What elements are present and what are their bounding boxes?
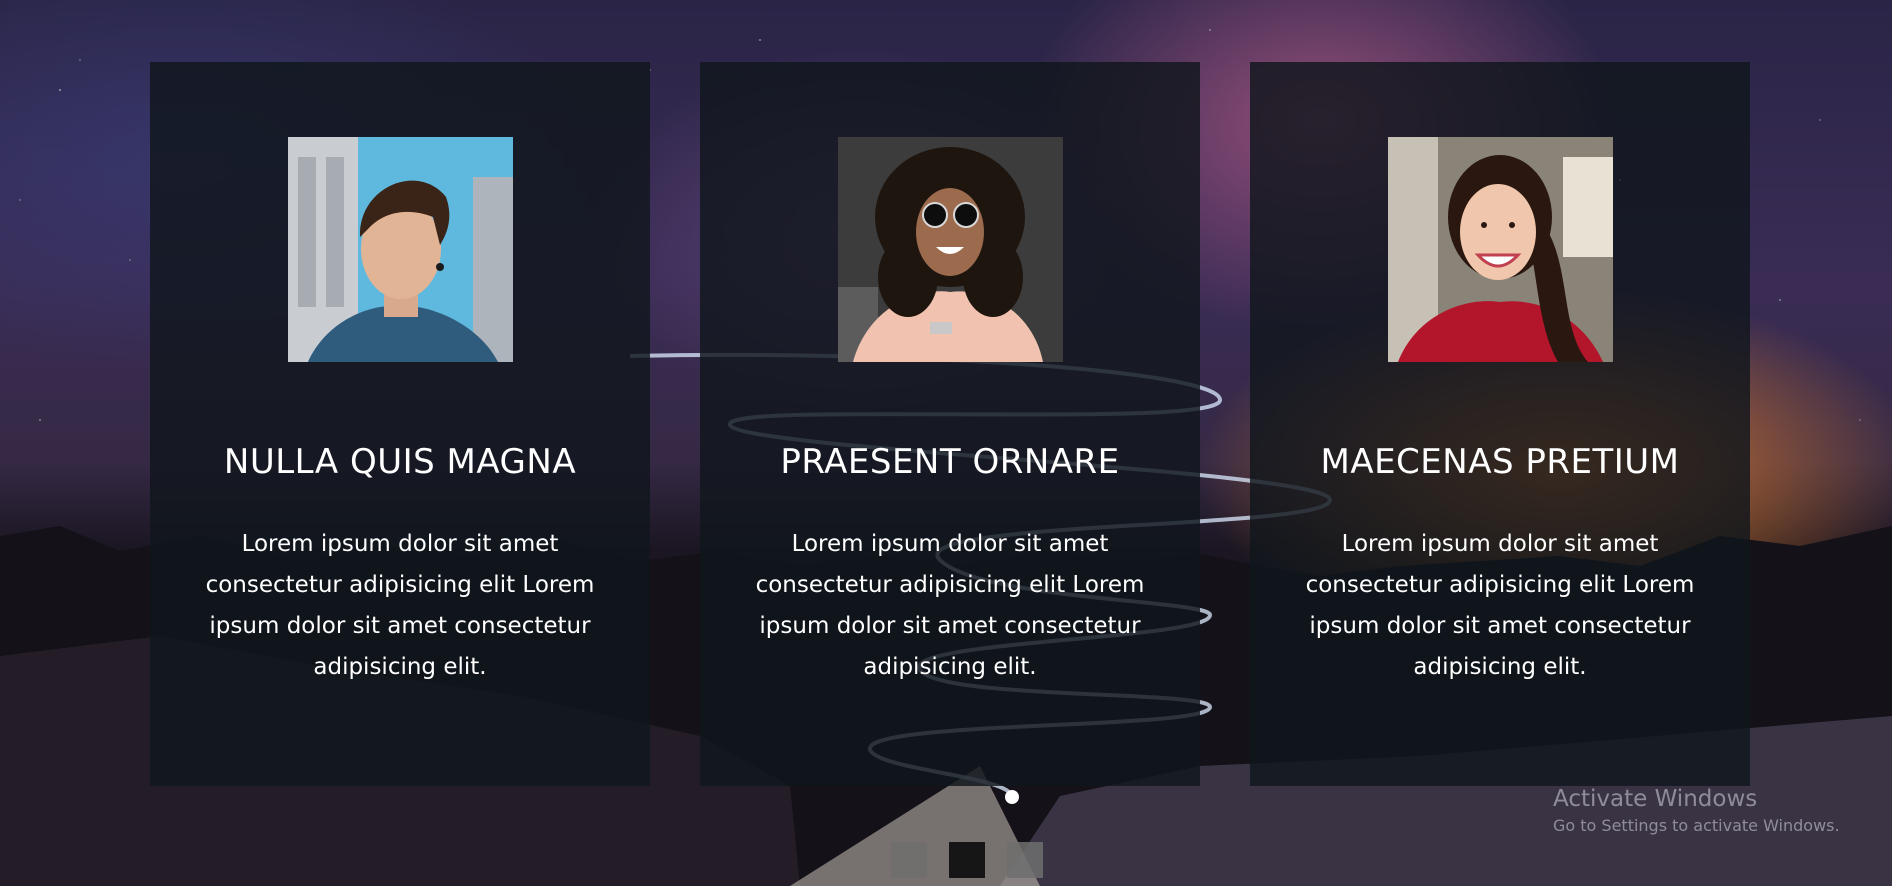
card-text: Lorem ipsum dolor sit amet consectetur a… — [205, 531, 595, 680]
slider-pagination — [891, 842, 1043, 878]
card-title: NULLA QUIS MAGNA — [223, 442, 577, 482]
watermark-title: Activate Windows — [1553, 786, 1758, 812]
man-portrait-icon — [287, 137, 513, 362]
watermark-subtitle: Go to Settings to activate Windows. — [1553, 816, 1840, 835]
profile-photo — [287, 137, 513, 362]
card-title: MAECENAS PRETIUM — [1320, 442, 1680, 482]
card-text: Lorem ipsum dolor sit amet consectetur a… — [755, 531, 1145, 680]
profile-photo — [1387, 137, 1613, 362]
pagination-dot-1[interactable] — [891, 842, 927, 878]
woman-smiling-portrait-icon — [1387, 137, 1613, 362]
profile-photo — [837, 137, 1063, 362]
card-title: PRAESENT ORNARE — [780, 442, 1120, 482]
profile-cards: NULLA QUIS MAGNA Lorem ipsum dolor sit a… — [150, 62, 1750, 786]
woman-sunglasses-portrait-icon — [837, 137, 1063, 362]
pagination-dot-3[interactable] — [1007, 842, 1043, 878]
profile-card: MAECENAS PRETIUM Lorem ipsum dolor sit a… — [1250, 62, 1750, 786]
profile-card: NULLA QUIS MAGNA Lorem ipsum dolor sit a… — [150, 62, 650, 786]
pagination-dot-2[interactable] — [949, 842, 985, 878]
windows-activation-watermark: Activate Windows Go to Settings to activ… — [1553, 786, 1840, 835]
card-text: Lorem ipsum dolor sit amet consectetur a… — [1305, 531, 1695, 680]
profile-card: PRAESENT ORNARE Lorem ipsum dolor sit am… — [700, 62, 1200, 786]
